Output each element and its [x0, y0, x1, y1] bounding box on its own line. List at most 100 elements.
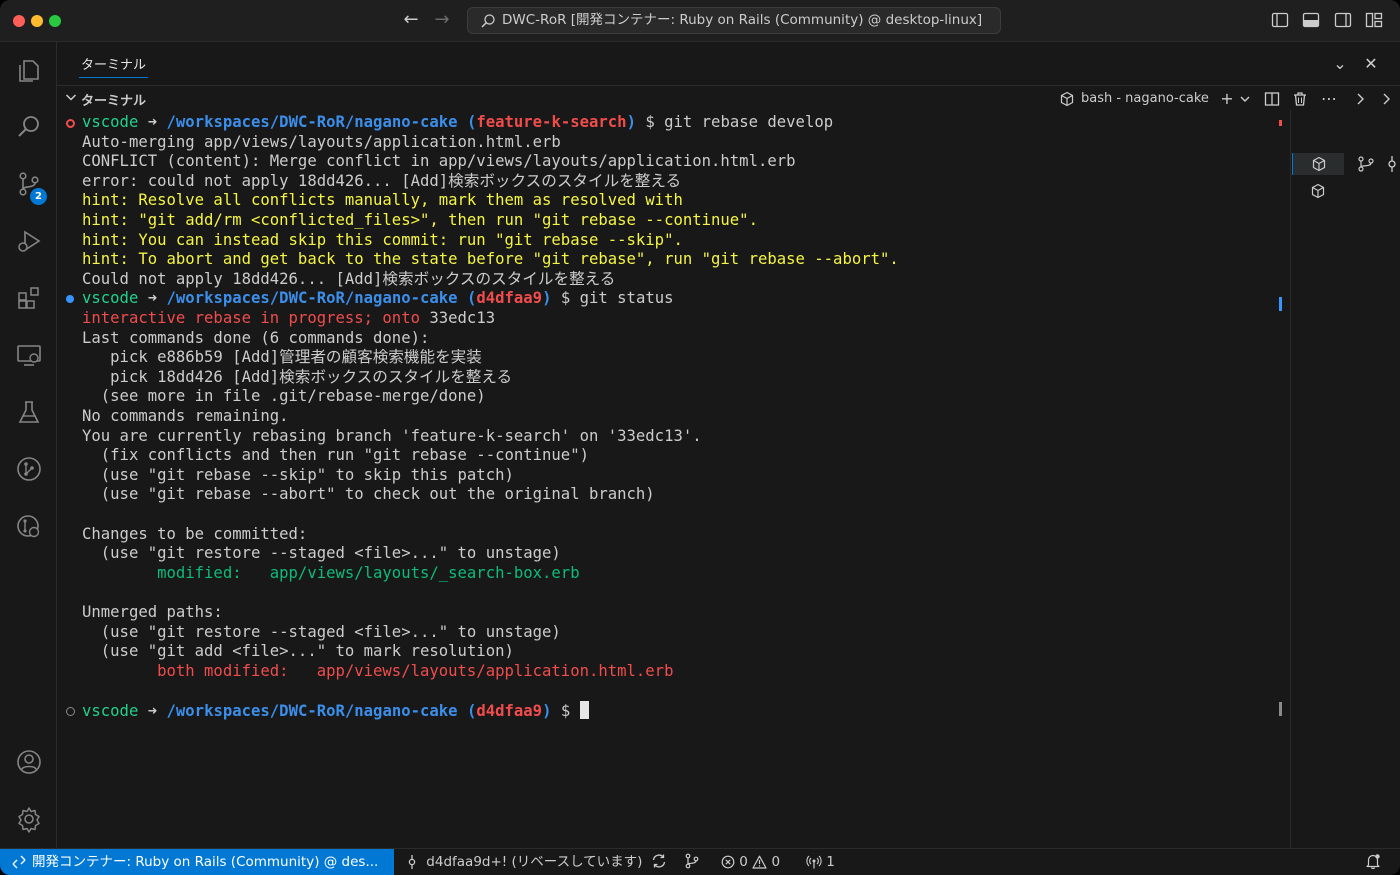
command-pending-decoration[interactable] [66, 707, 75, 716]
close-icon[interactable]: ✕ [1361, 54, 1381, 74]
git-commit-icon[interactable] [1383, 155, 1400, 173]
terminal-text: hint: "git add/rm <conflicted_files>", t… [82, 211, 758, 229]
terminal-text: $ [551, 702, 580, 720]
toggle-panel-button[interactable] [1302, 11, 1320, 29]
terminal-instance-label[interactable]: bash - nagano-cake [1059, 89, 1209, 109]
activity-bar: 2 [0, 42, 57, 848]
source-control-button[interactable] [0, 159, 57, 209]
overview-error-mark [1279, 120, 1282, 126]
terminal-text: feature-k-search [476, 113, 627, 131]
testing-button[interactable] [0, 387, 57, 437]
terminal-text: ( [457, 113, 477, 131]
terminal-line: vscode ➜ /workspaces/DWC-RoR/nagano-cake… [82, 701, 589, 722]
chevron-down-icon[interactable] [64, 90, 78, 104]
notifications-bell-icon[interactable] [1365, 849, 1381, 875]
panel-bottom-icon [1302, 12, 1320, 28]
chevron-right-icon[interactable] [1376, 89, 1396, 109]
terminal-line: interactive rebase in progress; onto 33e… [82, 309, 495, 329]
search-button[interactable] [0, 102, 57, 152]
panel: ターミナル ⌄ ✕ ターミナル bash - nagano-cake + ⋯ v… [57, 42, 1400, 848]
run-debug-icon [17, 230, 40, 252]
arrow-left-icon[interactable]: ← [400, 9, 422, 31]
customize-layout-button[interactable] [1365, 11, 1383, 29]
source-control-status-icon[interactable] [684, 849, 700, 875]
split-terminal-button[interactable] [1262, 89, 1282, 109]
terminal-text: You are currently rebasing branch 'featu… [82, 426, 702, 445]
terminal-text: Last commands done (6 commands done): [82, 328, 430, 347]
extensions-icon [17, 287, 39, 309]
sidebar-left-icon [1271, 12, 1289, 28]
terminal-line: (use "git rebase --skip" to skip this pa… [82, 466, 514, 486]
chevron-down-icon[interactable] [1235, 89, 1255, 109]
terminal-line: Last commands done (6 commands done): [82, 329, 429, 349]
git-graph-icon [16, 457, 41, 481]
terminal-section-title[interactable]: ターミナル [81, 90, 146, 109]
new-terminal-button[interactable]: + [1217, 89, 1237, 109]
terminal-line: vscode ➜ /workspaces/DWC-RoR/nagano-cake… [82, 113, 833, 133]
chevron-right-icon[interactable] [1350, 89, 1370, 109]
terminal-text: pick 18dd426 [Add]検索ボックスのスタイルを整える [82, 367, 513, 386]
git-compare-icon[interactable] [1357, 155, 1375, 173]
terminal-section-header: ターミナル bash - nagano-cake + ⋯ [57, 85, 1400, 109]
terminal-text: ➜ [138, 113, 167, 131]
title-bar: ← → DWC-RoR [開発コンテナー: Ruby on Rails (Com… [0, 0, 1400, 42]
terminal-text: pick e886b59 [Add]管理者の顧客検索機能を実装 [82, 348, 482, 367]
terminal-text: (use "git restore --staged <file>..." to… [82, 622, 561, 641]
terminal-list-item[interactable] [1292, 180, 1344, 202]
git-graph-button[interactable] [0, 444, 57, 494]
git-history-button[interactable] [0, 501, 57, 551]
terminal-line: hint: "git add/rm <conflicted_files>", t… [82, 211, 758, 231]
status-bar: 開発コンテナー: Ruby on Rails (Community) @ des… [0, 848, 1400, 875]
terminal-line: Changes to be committed: [82, 525, 307, 545]
terminal-line: (use "git restore --staged <file>..." to… [82, 623, 561, 643]
command-failed-decoration[interactable] [66, 119, 75, 128]
terminal-text: Could not apply 18dd426... [Add]検索ボックスのス… [82, 269, 616, 288]
terminal-text: ➜ [138, 702, 167, 720]
manage-button[interactable] [0, 794, 57, 844]
tab-terminal[interactable]: ターミナル [81, 54, 146, 73]
run-debug-button[interactable] [0, 216, 57, 266]
explorer-button[interactable] [0, 45, 57, 95]
chevron-down-icon[interactable]: ⌄ [1330, 54, 1350, 74]
source-control-badge: 2 [30, 188, 47, 205]
window-close-button[interactable] [13, 15, 25, 27]
remote-explorer-button[interactable] [0, 330, 57, 380]
remote-icon [12, 855, 26, 869]
command-center[interactable]: DWC-RoR [開発コンテナー: Ruby on Rails (Communi… [467, 7, 1001, 34]
accounts-button[interactable] [0, 737, 57, 787]
terminal-text: vscode [82, 289, 139, 308]
terminal-list-item[interactable] [1292, 153, 1344, 175]
remote-indicator[interactable]: 開発コンテナー: Ruby on Rails (Community) @ des… [0, 849, 394, 875]
window-minimize-button[interactable] [31, 15, 43, 27]
ports-status[interactable]: 1 [806, 849, 835, 875]
files-icon [18, 60, 39, 82]
branch-status[interactable]: d4dfaa9d+! (リベースしています) [406, 849, 642, 875]
sync-icon[interactable] [651, 849, 667, 875]
terminal-output[interactable]: vscode ➜ /workspaces/DWC-RoR/nagano-cake… [57, 110, 1290, 848]
container-icon [1311, 183, 1325, 199]
command-succeeded-decoration[interactable] [66, 295, 74, 304]
terminal-text: (fix conflicts and then run "git rebase … [82, 446, 589, 465]
more-actions-icon[interactable]: ⋯ [1319, 89, 1339, 109]
overview-pending-mark [1279, 702, 1282, 716]
error-icon [721, 855, 735, 869]
extensions-button[interactable] [0, 273, 57, 323]
terminal-text: Auto-merging app/views/layouts/applicati… [82, 132, 561, 151]
toggle-secondary-sidebar-button[interactable] [1334, 11, 1352, 29]
toggle-primary-sidebar-button[interactable] [1271, 11, 1289, 29]
problems-status[interactable]: 0 0 [721, 849, 780, 875]
arrow-right-icon[interactable]: → [431, 9, 453, 31]
kill-terminal-button[interactable] [1290, 89, 1310, 109]
terminal-text: (use "git rebase --abort" to check out t… [82, 485, 655, 504]
warning-count: 0 [771, 854, 781, 870]
terminal-text: hint: You can instead skip this commit: … [82, 230, 683, 249]
warning-icon [752, 855, 767, 869]
terminal-text: $ git status [551, 289, 674, 308]
overview-success-mark [1279, 297, 1282, 311]
split-icon [1264, 92, 1280, 106]
window-maximize-button[interactable] [49, 15, 61, 27]
terminal-text: ( [457, 289, 477, 308]
terminal-text: both modified: app/views/layouts/applica… [82, 661, 674, 680]
search-icon [17, 116, 39, 137]
terminal-text: (use "git restore --staged <file>..." to… [82, 544, 561, 563]
